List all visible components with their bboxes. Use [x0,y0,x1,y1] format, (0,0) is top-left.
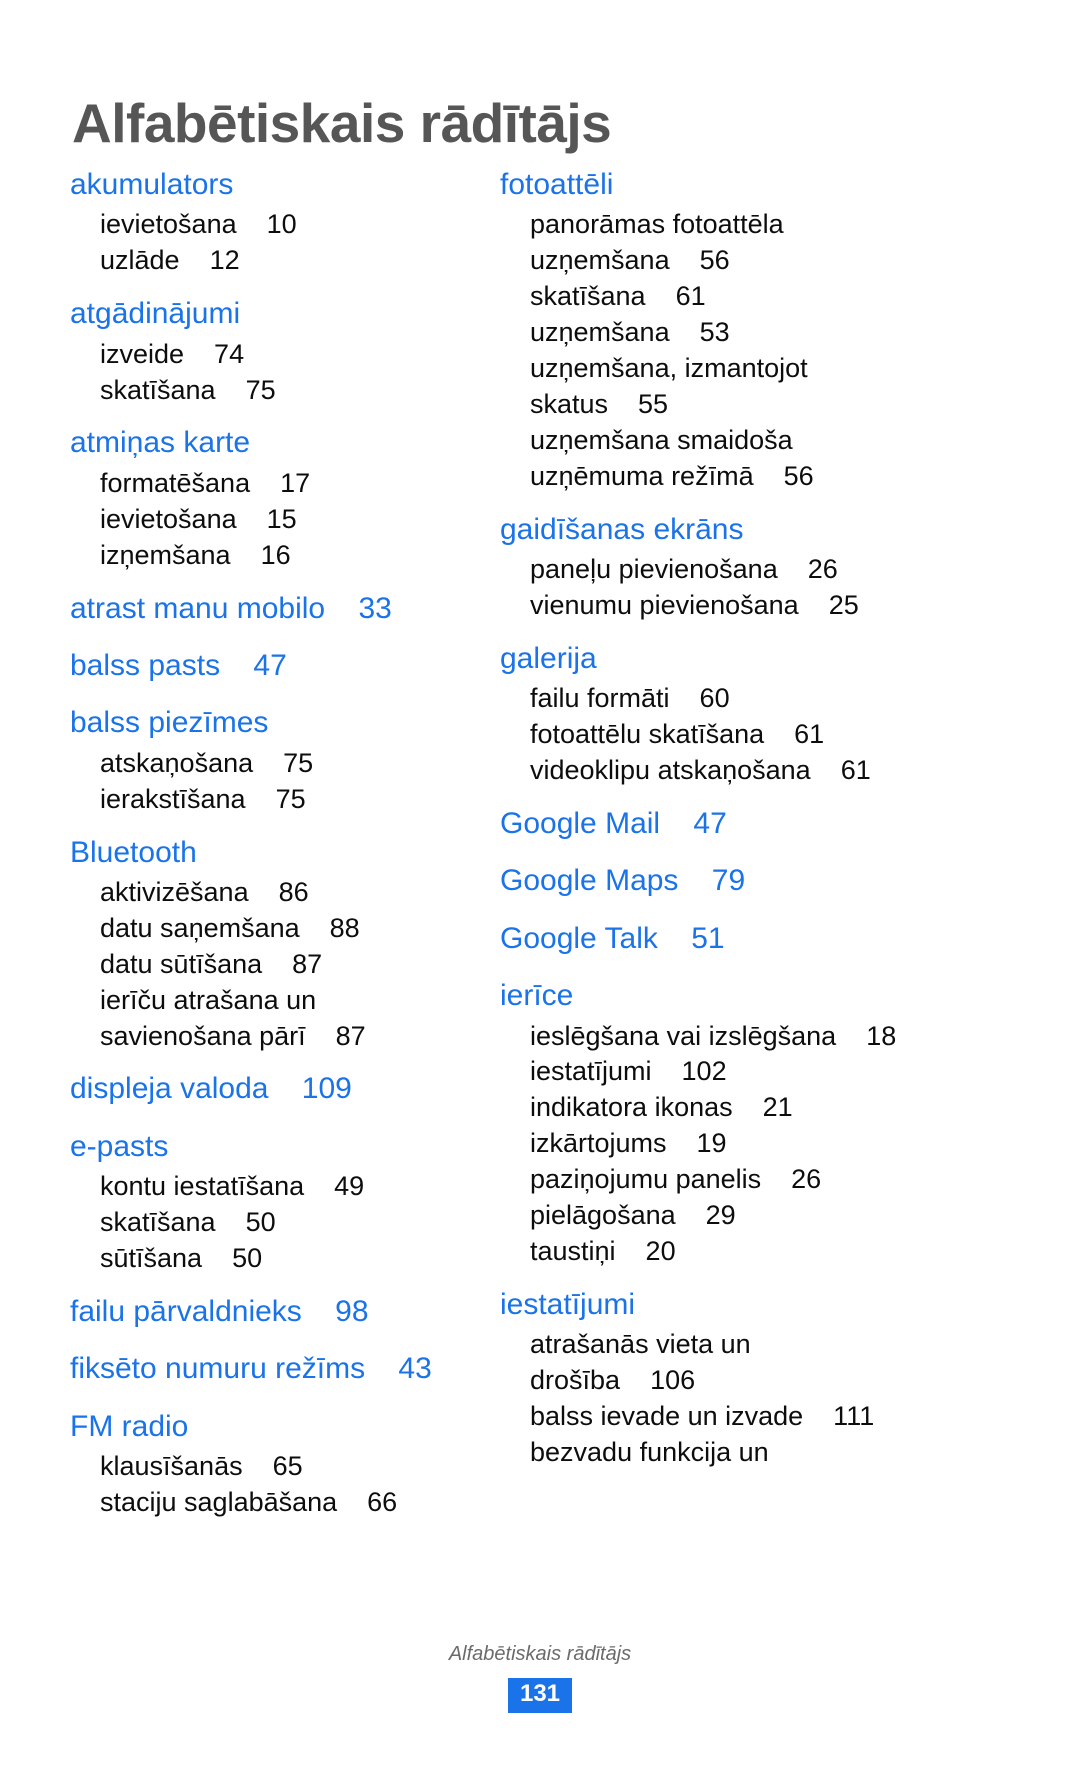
index-entry: atgādinājumi izveide 74 skatīšana 75 [70,292,500,408]
index-entry: balss piezīmes atskaņošana 75 ierakstīšana… [70,701,500,817]
index-entry-heading[interactable]: atrast manu mobilo 33 [70,587,500,631]
index-subentry[interactable]: staciju saglabāšana 66 [70,1485,500,1521]
index-subentry[interactable]: iestatījumi 102 [500,1054,930,1090]
index-entry-heading[interactable]: fotoattēli [500,163,930,207]
index-entry-heading[interactable]: galerija [500,637,930,681]
index-entry: e-pasts kontu iestatīšana 49 skatīšana 50 s… [70,1125,500,1277]
index-subentry[interactable]: uzņemšana 53 [500,315,930,351]
index-entry-heading[interactable]: akumulators [70,163,500,207]
index-subentry[interactable]: skatīšana 75 [70,373,500,409]
index-subentry[interactable]: fotoattēlu skatīšana 61 [500,717,930,753]
index-entry-heading[interactable]: balss pasts 47 [70,644,500,688]
index-subentry[interactable]: datu sūtīšana 87 [70,947,500,983]
index-subentry[interactable]: uzņemšana 56 [500,243,930,279]
index-entry-heading[interactable]: failu pārvaldnieks 98 [70,1290,500,1334]
index-subentry[interactable]: indikatora ikonas 21 [500,1090,930,1126]
index-subentry[interactable]: taustiņi 20 [500,1234,930,1270]
index-subentry[interactable]: kontu iestatīšana 49 [70,1169,500,1205]
index-subentry[interactable]: uzlāde 12 [70,243,500,279]
index-subentry[interactable]: ierīču atrašana un [70,983,500,1019]
index-entry-heading[interactable]: fiksēto numuru režīms 43 [70,1347,500,1391]
index-subentry[interactable]: balss ievade un izvade 111 [500,1399,930,1435]
index-subentry[interactable]: skatus 55 [500,387,930,423]
index-subentry[interactable]: klausīšanās 65 [70,1449,500,1485]
index-entry: atrast manu mobilo 33 [70,587,500,631]
index-entry: fotoattēli panorāmas fotoattēla uzņemšana … [500,163,930,495]
index-subentry[interactable]: pielāgošana 29 [500,1198,930,1234]
index-entry-heading[interactable]: atmiņas karte [70,421,500,465]
index-entry: Google Talk 51 [500,917,930,961]
index-entry: fiksēto numuru režīms 43 [70,1347,500,1391]
index-page: Alfabētiskais rādītājs akumulators ieviet… [0,0,1080,1771]
index-subentry[interactable]: paziņojumu panelis 26 [500,1162,930,1198]
index-entry: akumulators ievietošana 10 uzlāde 12 [70,163,500,279]
index-subentry[interactable]: vienumu pievienošana 25 [500,588,930,624]
index-subentry[interactable]: skatīšana 61 [500,279,930,315]
index-entry-heading[interactable]: Google Talk 51 [500,917,930,961]
page-footer: Alfabētiskais rādītājs 131 [0,1643,1080,1713]
index-column-left: akumulators ievietošana 10 uzlāde 12 atgādi… [70,163,500,1521]
index-subentry[interactable]: ievietošana 15 [70,502,500,538]
index-entry: Google Maps 79 [500,859,930,903]
index-entry-heading[interactable]: balss piezīmes [70,701,500,745]
index-subentry[interactable]: ierakstīšana 75 [70,782,500,818]
index-entry-heading[interactable]: iestatījumi [500,1283,930,1327]
index-subentry[interactable]: datu saņemšana 88 [70,911,500,947]
index-subentry[interactable]: ievietošana 10 [70,207,500,243]
index-subentry[interactable]: atrašanās vieta un [500,1327,930,1363]
index-entry-heading[interactable]: displeja valoda 109 [70,1067,500,1111]
index-entry: Google Mail 47 [500,802,930,846]
index-subentry[interactable]: failu formāti 60 [500,681,930,717]
index-entry: gaidīšanas ekrāns paneļu pievienošana 26 v… [500,508,930,624]
index-subentry[interactable]: izkārtojums 19 [500,1126,930,1162]
index-subentry[interactable]: videoklipu atskaņošana 61 [500,753,930,789]
index-subentry[interactable]: izveide 74 [70,337,500,373]
index-subentry[interactable]: izņemšana 16 [70,538,500,574]
index-subentry[interactable]: drošība 106 [500,1363,930,1399]
index-entry-heading[interactable]: Bluetooth [70,831,500,875]
page-number-badge: 131 [507,1678,573,1713]
index-subentry[interactable]: skatīšana 50 [70,1205,500,1241]
index-entry: FM radio klausīšanās 65 staciju saglabāšan… [70,1405,500,1521]
index-entry: balss pasts 47 [70,644,500,688]
index-column-right: fotoattēli panorāmas fotoattēla uzņemšana … [500,163,930,1521]
index-subentry[interactable]: ieslēgšana vai izslēgšana 18 [500,1019,930,1055]
index-entry: displeja valoda 109 [70,1067,500,1111]
index-subentry[interactable]: uzņemšana, izmantojot [500,351,930,387]
index-entry: atmiņas karte formatēšana 17 ievietošana 1… [70,421,500,573]
index-entry-heading[interactable]: e-pasts [70,1125,500,1169]
index-entry-heading[interactable]: ierīce [500,974,930,1018]
index-entry-heading[interactable]: atgādinājumi [70,292,500,336]
index-entry-heading[interactable]: Google Maps 79 [500,859,930,903]
index-subentry[interactable]: panorāmas fotoattēla [500,207,930,243]
index-subentry[interactable]: paneļu pievienošana 26 [500,552,930,588]
page-title: Alfabētiskais rādītājs [72,91,612,154]
index-subentry[interactable]: savienošana pārī 87 [70,1019,500,1055]
index-entry: ierīce ieslēgšana vai izslēgšana 18 iestat… [500,974,930,1270]
index-subentry[interactable]: uzņēmuma režīmā 56 [500,459,930,495]
index-subentry[interactable]: atskaņošana 75 [70,746,500,782]
index-entry: Bluetooth aktivizēšana 86 datu saņemšana 8… [70,831,500,1055]
index-subentry[interactable]: bezvadu funkcija un [500,1435,930,1471]
index-entry: galerija failu formāti 60 fotoattēlu skatī… [500,637,930,789]
footer-label: Alfabētiskais rādītājs [448,1643,632,1666]
index-subentry[interactable]: aktivizēšana 86 [70,875,500,911]
index-columns: akumulators ievietošana 10 uzlāde 12 atgādi… [0,163,1080,1521]
index-entry-heading[interactable]: FM radio [70,1405,500,1449]
index-entry-heading[interactable]: Google Mail 47 [500,802,930,846]
index-entry-heading[interactable]: gaidīšanas ekrāns [500,508,930,552]
index-subentry[interactable]: formatēšana 17 [70,466,500,502]
index-entry: failu pārvaldnieks 98 [70,1290,500,1334]
index-entry: iestatījumi atrašanās vieta un drošība 106… [500,1283,930,1471]
index-subentry[interactable]: uzņemšana smaidoša [500,423,930,459]
index-subentry[interactable]: sūtīšana 50 [70,1241,500,1277]
